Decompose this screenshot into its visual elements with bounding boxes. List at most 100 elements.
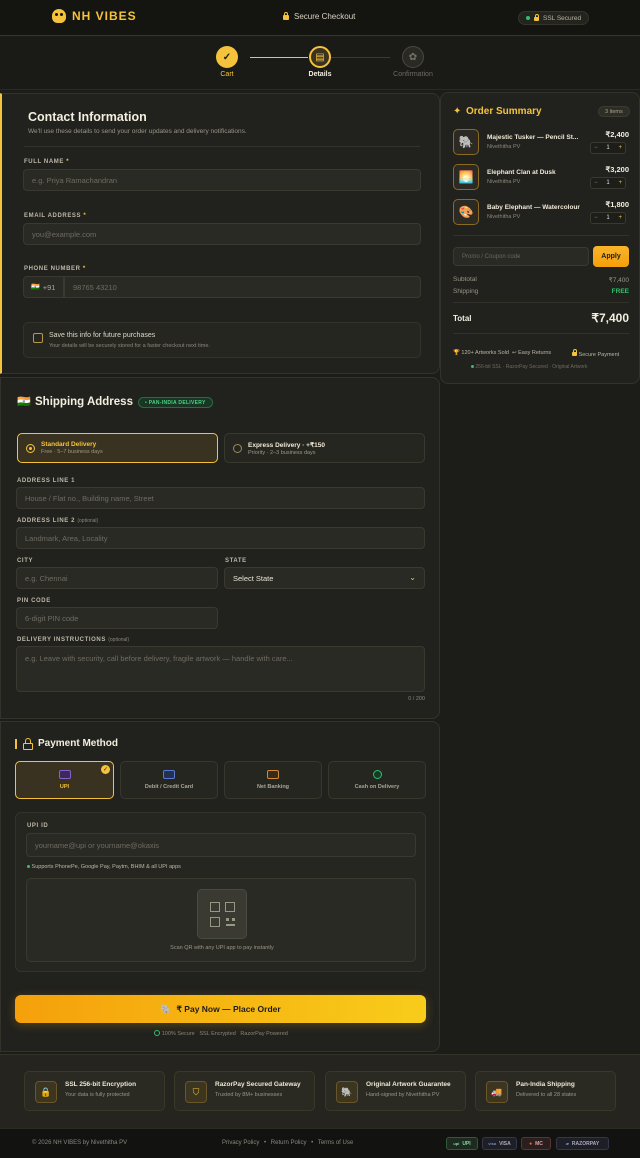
privacy-policy-link[interactable]: Privacy Policy: [222, 1140, 259, 1146]
upi-support-note: Supports PhonePe, Google Pay, Paytm, BHI…: [27, 864, 181, 870]
shipping-value: FREE: [611, 288, 629, 295]
return-icon: ↩: [512, 350, 517, 356]
item-price-1: ₹2,400: [605, 130, 629, 139]
terms-link[interactable]: Terms of Use: [318, 1140, 353, 1146]
minus-icon[interactable]: −: [594, 215, 598, 221]
radio-selected-icon[interactable]: [26, 443, 35, 453]
plus-icon[interactable]: +: [618, 180, 622, 186]
address2-label: ADDRESS LINE 2 (optional): [17, 518, 99, 524]
chevron-down-icon: ⌄: [409, 573, 416, 582]
footer-links: Privacy Policy • Return Policy • Terms o…: [222, 1140, 354, 1146]
artwork-thumb-1[interactable]: 🐘: [453, 129, 479, 155]
shipping-label: Shipping: [453, 288, 479, 295]
qty-stepper-1[interactable]: −1 +: [590, 142, 626, 154]
qty-stepper-3[interactable]: −1 +: [590, 212, 626, 224]
radio-unselected-icon[interactable]: [233, 443, 242, 453]
plus-icon[interactable]: +: [618, 215, 622, 221]
copyright: © 2026 NH VIBES by Nivethitha PV: [32, 1140, 128, 1146]
trust-original-artwork: 🐘 Original Artwork Guarantee Hand-signed …: [325, 1071, 466, 1111]
visa-icon: visa: [488, 1141, 497, 1146]
elephant-icon: 🐘: [336, 1081, 358, 1103]
step-connector-done: [250, 57, 308, 58]
lock-icon: [534, 14, 539, 21]
phone-input[interactable]: 98765 43210: [64, 276, 421, 298]
step-details-form-icon[interactable]: ▤: [309, 46, 331, 68]
step-cart-label: Cart: [220, 71, 234, 78]
standard-delivery-option[interactable]: Standard Delivery Free · 5–7 business day…: [17, 433, 218, 463]
tab-net-banking[interactable]: Net Banking: [224, 761, 322, 799]
return-policy-link[interactable]: Return Policy: [271, 1140, 307, 1146]
save-info-sub: Your details will be securely stored for…: [49, 343, 210, 349]
status-dot-icon: [27, 865, 30, 868]
city-input[interactable]: e.g. Chennai: [16, 567, 218, 589]
item-artist-3: Nivethitha PV: [487, 214, 521, 220]
qty-stepper-2[interactable]: −1 +: [590, 177, 626, 189]
tab-upi[interactable]: UPI ✓: [15, 761, 114, 799]
lock-icon: [283, 12, 289, 20]
india-flag-icon: 🇮🇳: [17, 396, 31, 408]
country-code-select[interactable]: 🇮🇳 +91: [23, 276, 64, 298]
ssl-badge: SSL Secured: [518, 11, 590, 25]
promo-code-input[interactable]: Promo / Coupon code: [453, 247, 589, 266]
state-select[interactable]: Select State ⌄: [224, 567, 425, 589]
email-label: EMAIL ADDRESS *: [24, 213, 87, 219]
mastercard-badge: ● MC: [521, 1137, 551, 1150]
state-label: STATE: [225, 558, 247, 564]
total-value: ₹7,400: [591, 311, 629, 325]
trust-shipping: 🚚 Pan-India Shipping Delivered to all 28 …: [475, 1071, 616, 1111]
upi-badge: upi UPI: [446, 1137, 478, 1150]
minus-icon[interactable]: −: [594, 180, 598, 186]
qr-caption: Scan QR with any UPI app to pay instantl…: [170, 945, 274, 951]
shipping-title: Shipping Address: [35, 396, 133, 408]
item-name-3: Baby Elephant — Watercolour: [487, 204, 580, 211]
visa-badge: visa VISA: [482, 1137, 517, 1150]
contact-card: Contact Information We'll use these deta…: [0, 93, 440, 374]
step-confirmation-label: Confirmation: [393, 71, 433, 78]
divider: [453, 302, 629, 303]
tab-card[interactable]: Debit / Credit Card: [120, 761, 218, 799]
pin-input[interactable]: 6-digit PIN code: [16, 607, 218, 629]
secure-payment-note: Secure Payment: [572, 349, 619, 358]
rupee-icon: [372, 770, 382, 779]
mastercard-icon: ●: [529, 1140, 533, 1147]
selected-check-icon: ✓: [101, 765, 110, 774]
contact-subtitle: We'll use these details to send your ord…: [28, 128, 247, 135]
char-counter: 0 / 200: [408, 696, 425, 702]
qr-code-icon[interactable]: [197, 889, 247, 939]
save-info-checkbox[interactable]: [33, 333, 43, 343]
summary-title: Order Summary: [466, 106, 542, 117]
email-input[interactable]: you@example.com: [23, 223, 421, 245]
credit-card-icon: [163, 770, 175, 779]
save-info-label: Save this info for future purchases: [49, 332, 156, 339]
instructions-textarea[interactable]: e.g. Leave with security, call before de…: [16, 646, 425, 692]
tab-cash-on-delivery[interactable]: Cash on Delivery: [328, 761, 426, 799]
upi-id-input[interactable]: yourname@upi or yourname@okaxis: [26, 833, 416, 857]
address2-input[interactable]: Landmark, Area, Locality: [16, 527, 425, 549]
shield-check-icon: ⛉: [185, 1081, 207, 1103]
order-summary-card: ✦ Order Summary 3 items 🐘 Majestic Tuske…: [440, 92, 640, 384]
express-delivery-option[interactable]: Express Delivery · +₹150 Priority · 2–3 b…: [224, 433, 425, 463]
instructions-label: DELIVERY INSTRUCTIONS (optional): [17, 637, 130, 643]
plus-icon[interactable]: +: [618, 145, 622, 151]
city-label: CITY: [17, 558, 34, 564]
apply-button[interactable]: Apply: [593, 246, 629, 267]
elephant-logo-icon: [52, 9, 66, 23]
contact-title: Contact Information: [28, 110, 147, 124]
pay-now-button[interactable]: 🐘 ₹ Pay Now — Place Order: [15, 995, 426, 1023]
lock-icon: [572, 349, 577, 356]
item-name-1: Majestic Tusker — Pencil St...: [487, 134, 579, 141]
step-cart-check-icon[interactable]: ✓: [216, 46, 238, 68]
status-dot-icon: [471, 365, 474, 368]
address1-input[interactable]: House / Flat no., Building name, Street: [16, 487, 425, 509]
minus-icon[interactable]: −: [594, 145, 598, 151]
item-artist-2: Nivethitha PV: [487, 179, 521, 185]
full-name-input[interactable]: e.g. Priya Ramachandran: [23, 169, 421, 191]
artwork-thumb-3[interactable]: 🎨: [453, 199, 479, 225]
razorpay-badge: ▰ RAZORPAY: [556, 1137, 609, 1150]
artwork-thumb-2[interactable]: 🌅: [453, 164, 479, 190]
save-info-box: Save this info for future purchases Your…: [23, 322, 421, 358]
upi-icon: [58, 770, 71, 779]
payment-footnotes: 100% Secure SSL Encrypted RazorPay Power…: [1, 1030, 441, 1037]
brand-logo[interactable]: NH VIBES: [52, 9, 137, 23]
accent-bar: [15, 739, 17, 749]
